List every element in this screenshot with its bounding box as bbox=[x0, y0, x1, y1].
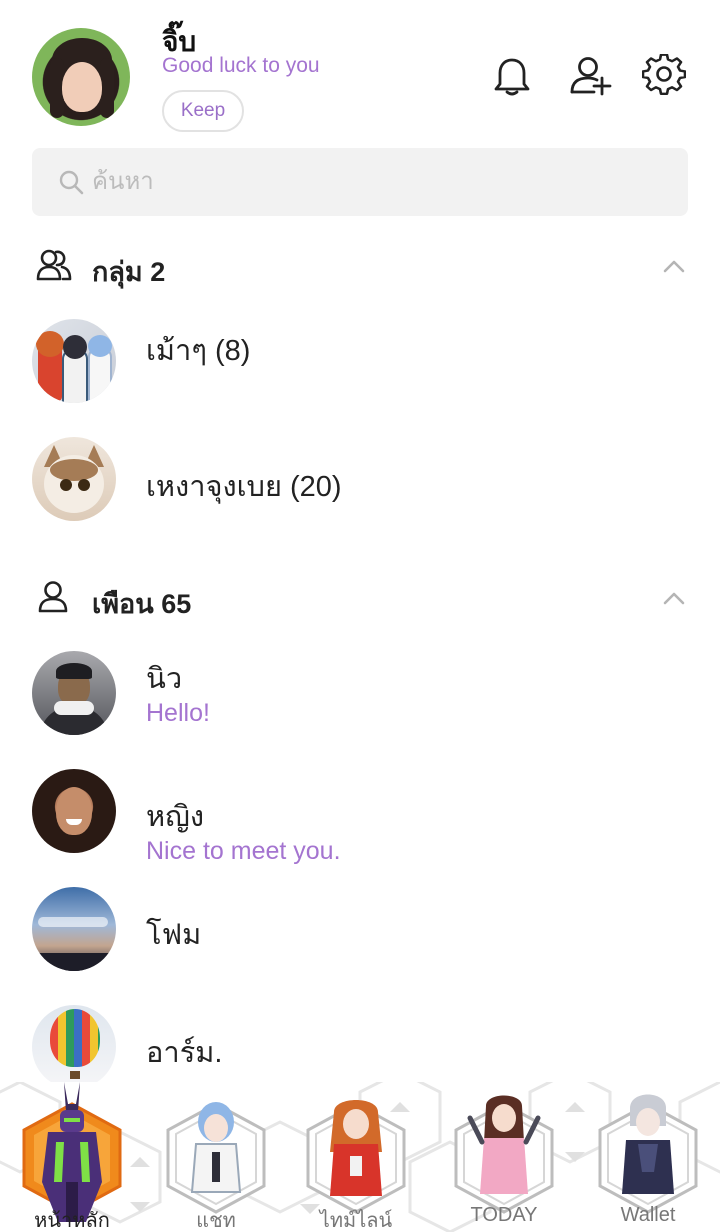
friend-name: อาร์ม. bbox=[146, 1037, 223, 1069]
tab-home[interactable]: หน้าหลัก bbox=[12, 1082, 132, 1232]
friend-name: นิว bbox=[146, 663, 183, 695]
friends-section-title: เพือน 65 bbox=[92, 589, 192, 619]
friend-row[interactable]: หญิง Nice to meet you. bbox=[0, 769, 720, 869]
friend-name: โฟม bbox=[146, 919, 202, 951]
friend-name: หญิง bbox=[146, 801, 204, 833]
person-icon bbox=[38, 581, 68, 613]
groups-section-title: กลุ่ม 2 bbox=[92, 257, 166, 287]
tab-label: แชท bbox=[196, 1210, 236, 1232]
tab-label: หน้าหลัก bbox=[34, 1210, 110, 1232]
group-icon bbox=[36, 249, 72, 281]
tab-label: Wallet bbox=[620, 1204, 676, 1226]
groups-section-header[interactable]: กลุ่ม 2 bbox=[0, 244, 720, 288]
profile-status-message[interactable]: Good luck to you bbox=[162, 54, 320, 78]
group-name: เหงาจุงเบย (20) bbox=[146, 471, 342, 503]
group-row[interactable]: เม้าๆ (8) bbox=[0, 319, 720, 419]
friend-avatar bbox=[32, 769, 116, 853]
friend-avatar bbox=[32, 1005, 116, 1089]
friend-row[interactable]: โฟม bbox=[0, 887, 720, 987]
bottom-tab-bar: หน้าหลัก แชท ไทม์ไลน์ TODAY Wallet bbox=[0, 1082, 720, 1232]
friend-avatar bbox=[32, 651, 116, 735]
bell-icon[interactable] bbox=[490, 54, 534, 98]
tab-chat[interactable]: แชท bbox=[156, 1082, 276, 1232]
search-input[interactable] bbox=[92, 162, 652, 202]
tab-label: ไทม์ไลน์ bbox=[319, 1210, 393, 1232]
keep-button[interactable]: Keep bbox=[162, 90, 244, 132]
chevron-up-icon[interactable] bbox=[660, 252, 688, 280]
friend-avatar bbox=[32, 887, 116, 971]
search-icon bbox=[59, 170, 84, 195]
group-avatar bbox=[32, 319, 116, 403]
friends-section-header[interactable]: เพือน 65 bbox=[0, 576, 720, 620]
profile-avatar[interactable] bbox=[32, 28, 130, 126]
friend-row[interactable]: นิว Hello! bbox=[0, 651, 720, 751]
friend-status-message: Nice to meet you. bbox=[146, 837, 341, 865]
chevron-up-icon[interactable] bbox=[660, 584, 688, 612]
friend-status-message: Hello! bbox=[146, 699, 210, 727]
add-friend-icon[interactable] bbox=[568, 54, 612, 98]
group-row[interactable]: เหงาจุงเบย (20) bbox=[0, 437, 720, 537]
group-avatar bbox=[32, 437, 116, 521]
settings-gear-icon[interactable] bbox=[642, 54, 686, 98]
group-name: เม้าๆ (8) bbox=[146, 335, 251, 367]
tab-today[interactable]: TODAY bbox=[444, 1082, 564, 1232]
search-bar[interactable] bbox=[32, 148, 688, 216]
tab-timeline[interactable]: ไทม์ไลน์ bbox=[296, 1082, 416, 1232]
tab-label: TODAY bbox=[470, 1204, 538, 1226]
tab-wallet[interactable]: Wallet bbox=[588, 1082, 708, 1232]
